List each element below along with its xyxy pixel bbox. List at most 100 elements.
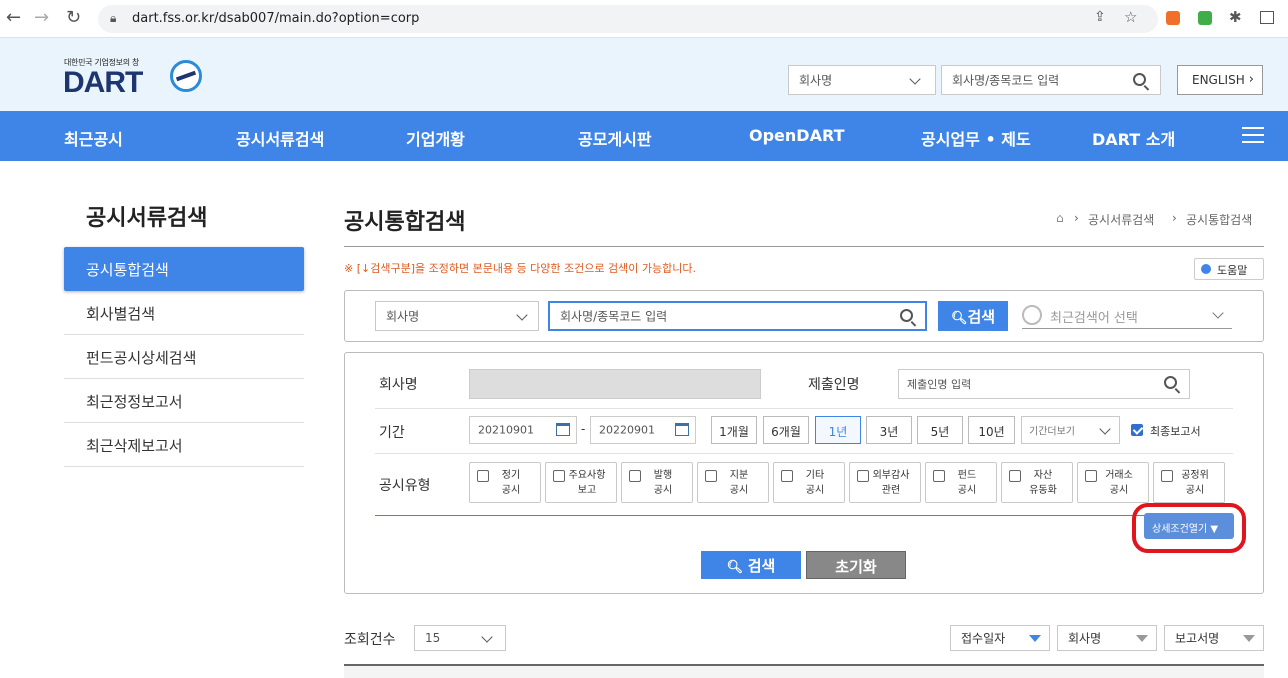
period-5-years[interactable]: 5년 (917, 416, 963, 444)
page-size-select[interactable]: 15 (414, 625, 506, 651)
reload-icon[interactable]: ↻ (66, 8, 81, 28)
sidebar-item-recent-deletions[interactable]: 최근삭제보고서 (64, 423, 304, 467)
puzzle-icon[interactable]: ✱ (1229, 8, 1242, 26)
share-icon[interactable]: ⇪ (1094, 9, 1106, 25)
header-search-placeholder: 회사명/종목코드 입력 (952, 73, 1060, 88)
address-bar[interactable]: 🔒︎ dart.fss.or.kr/dsab007/main.do?option… (98, 5, 1158, 33)
calendar-icon[interactable] (556, 423, 570, 436)
type-asset-securitization[interactable]: 자산 유동화 (1001, 462, 1073, 503)
search-input[interactable]: 회사명/종목코드 입력 (548, 301, 927, 331)
sidepanel-icon[interactable] (1260, 11, 1274, 24)
logo[interactable]: DART (63, 66, 143, 100)
sort-date-value: 접수일자 (961, 631, 1006, 646)
menu-disclosure-system[interactable]: 공시업무 • 제도 (921, 126, 1031, 150)
checkbox[interactable] (933, 470, 945, 482)
sidebar-title: 공시서류검색 (86, 206, 208, 231)
search-icon: 🔍︎ (726, 560, 748, 575)
header-search-scope-value: 회사명 (799, 73, 833, 88)
back-icon[interactable]: ← (6, 8, 21, 28)
english-button[interactable]: ENGLISH › (1177, 65, 1263, 95)
bookmark-star-icon[interactable]: ☆ (1124, 8, 1137, 26)
type-fund[interactable]: 펀드 공시 (925, 462, 997, 503)
checkbox[interactable] (553, 470, 565, 482)
recent-underline (1022, 328, 1232, 329)
checkbox[interactable] (1009, 470, 1021, 482)
type-equity[interactable]: 지분공시 (697, 462, 769, 503)
period-10-years[interactable]: 10년 (968, 416, 1015, 444)
extension-icon[interactable] (1166, 11, 1180, 25)
page-title: 공시통합검색 (344, 210, 466, 235)
forward-icon[interactable]: → (34, 8, 49, 28)
lock-icon: 🔒︎ (110, 11, 117, 25)
type-line: 펀드 (957, 470, 977, 481)
type-periodic[interactable]: 정기 공시 (469, 462, 541, 503)
sidebar-item-recent-corrections[interactable]: 최근정정보고서 (64, 379, 304, 423)
help-button[interactable]: 도움말 (1194, 258, 1264, 280)
sort-company-select[interactable]: 회사명 (1057, 625, 1157, 651)
sidebar-item-company-search[interactable]: 회사별검색 (64, 291, 304, 335)
menu-opendart[interactable]: OpenDART (749, 126, 844, 145)
final-report-checkbox[interactable] (1131, 424, 1143, 436)
period-more-select[interactable]: 기간더보기 (1021, 416, 1120, 444)
type-major-matters[interactable]: 주요사항 보고 (545, 462, 617, 503)
title-divider (344, 246, 1264, 247)
type-line: 공시 (729, 485, 749, 496)
sidebar-item-fund-search[interactable]: 펀드공시상세검색 (64, 335, 304, 379)
checkbox[interactable] (1085, 470, 1097, 482)
start-date-input[interactable]: 20210901 (469, 416, 577, 444)
calendar-icon[interactable] (675, 423, 689, 436)
menu-document-search[interactable]: 공시서류검색 (236, 126, 324, 150)
header-search-input[interactable]: 회사명/종목코드 입력 (941, 65, 1161, 95)
checkbox[interactable] (781, 470, 793, 482)
search-notice: ※ [↓검색구분]을 조정하면 본문내용 등 다양한 조건으로 검색이 가능합니… (344, 262, 696, 275)
checkbox[interactable] (857, 470, 869, 482)
sort-arrow-icon (1029, 635, 1041, 642)
type-issuance[interactable]: 발행 공시 (621, 462, 693, 503)
sort-report-value: 보고서명 (1175, 631, 1220, 646)
reset-button[interactable]: 초기화 (806, 551, 906, 579)
type-exchange[interactable]: 거래소 공시 (1077, 462, 1149, 503)
sort-date-select[interactable]: 접수일자 (950, 625, 1050, 651)
type-external-audit[interactable]: 외부감사 관련 (849, 462, 921, 503)
breadcrumb-separator: › (1074, 211, 1079, 225)
type-ftc[interactable]: 공정위 공시 (1153, 462, 1225, 503)
type-line: 정기 (501, 470, 521, 481)
company-label: 회사명 (379, 377, 418, 393)
checkbox[interactable] (629, 470, 641, 482)
hamburger-menu-icon[interactable] (1242, 127, 1264, 129)
sidebar-item-integrated-search[interactable]: 공시통합검색 (64, 247, 304, 291)
checkbox[interactable] (477, 470, 489, 482)
search-icon[interactable] (1133, 73, 1146, 86)
english-label: ENGLISH (1192, 73, 1245, 87)
header-search-scope[interactable]: 회사명 (788, 65, 936, 95)
period-3-years[interactable]: 3년 (866, 416, 912, 444)
type-line: 지분 (729, 470, 749, 481)
submitter-placeholder: 제출인명 입력 (907, 378, 972, 391)
chevron-down-icon (1099, 423, 1111, 435)
filter-search-button[interactable]: 🔍︎ 검색 (701, 551, 801, 579)
end-date-value: 20220901 (599, 423, 655, 437)
search-scope-select[interactable]: 회사명 (375, 301, 539, 331)
recent-search-select[interactable]: 최근검색어 선택 (1050, 307, 1138, 326)
period-1-month[interactable]: 1개월 (711, 416, 757, 444)
type-other[interactable]: 기타 공시 (773, 462, 845, 503)
menu-public-offering[interactable]: 공모게시판 (578, 126, 652, 150)
checkbox[interactable] (1161, 470, 1173, 482)
help-label: 도움말 (1217, 264, 1248, 277)
end-date-input[interactable]: 20220901 (590, 416, 696, 444)
extension-icon[interactable] (1198, 11, 1212, 25)
menu-about-dart[interactable]: DART 소개 (1092, 126, 1175, 150)
menu-company-overview[interactable]: 기업개황 (406, 126, 465, 150)
sort-report-select[interactable]: 보고서명 (1164, 625, 1264, 651)
checkbox[interactable] (705, 470, 717, 482)
breadcrumb-item[interactable]: 공시서류검색 (1088, 211, 1154, 228)
home-icon[interactable]: ⌂ (1056, 211, 1064, 225)
type-line: 자산 (1033, 470, 1053, 481)
type-line: 발행 (653, 470, 673, 481)
search-button[interactable]: 🔍︎검색 (938, 301, 1008, 331)
submitter-input[interactable]: 제출인명 입력 (898, 369, 1190, 399)
menu-recent-disclosure[interactable]: 최근공시 (64, 126, 123, 150)
period-1-year[interactable]: 1년 (815, 416, 861, 444)
period-6-months[interactable]: 6개월 (763, 416, 809, 444)
type-line: 공시 (1109, 485, 1129, 496)
